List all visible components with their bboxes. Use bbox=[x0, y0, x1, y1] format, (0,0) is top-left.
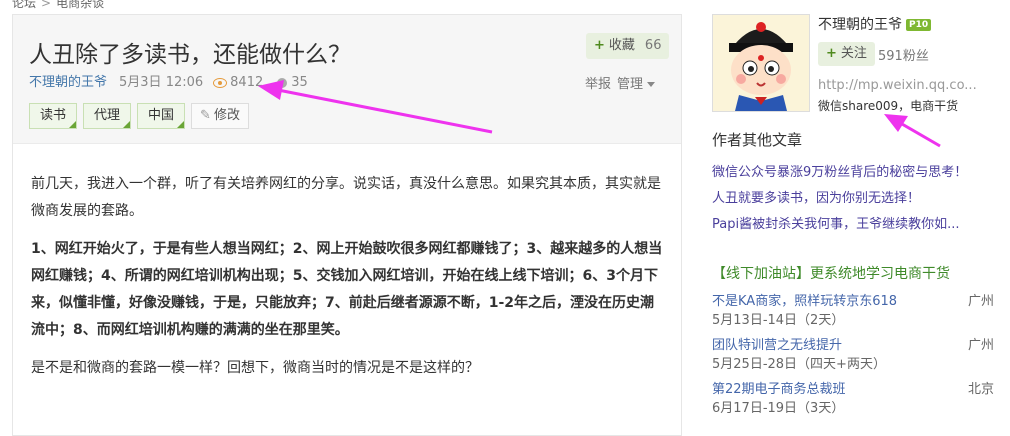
edit-label: 修改 bbox=[213, 108, 240, 123]
plus-icon: + bbox=[826, 46, 837, 61]
event-date: 5月13日-14日（2天） bbox=[712, 313, 845, 328]
event-date: 5月25日-28日（四天+两天） bbox=[712, 357, 886, 372]
event-title-link[interactable]: 不是KA商家，照样玩转京东618 bbox=[712, 290, 897, 309]
chevron-down-icon bbox=[647, 82, 656, 87]
profile-name: 不理朝的王爷 P10 bbox=[818, 14, 932, 34]
article-header: 人丑除了多读书，还能做什么？ + 收藏 66 不理朝的王爷 5月3日 12:06 841… bbox=[13, 15, 681, 144]
level-badge: P10 bbox=[906, 19, 932, 31]
follow-button[interactable]: + 关注 bbox=[818, 42, 875, 66]
plus-icon: + bbox=[594, 38, 605, 53]
comment-count: 35 bbox=[291, 75, 308, 90]
author-link[interactable]: 不理朝的王爷 bbox=[29, 75, 107, 90]
tag-item[interactable]: 中国 bbox=[137, 103, 186, 129]
fans-count: 591粉丝 bbox=[878, 49, 929, 64]
manage-label: 管理 bbox=[617, 77, 644, 92]
event-title-link[interactable]: 第22期电子商务总裁班 bbox=[712, 378, 846, 397]
article-ops: 举报 管理 bbox=[585, 73, 656, 92]
tag-item[interactable]: 读书 bbox=[29, 103, 78, 129]
other-article-link[interactable]: Papi酱被封杀关我何事，王爷继续教你如... bbox=[712, 212, 982, 238]
eye-icon bbox=[213, 77, 228, 88]
pencil-icon: ✎ bbox=[200, 108, 211, 123]
breadcrumb: 论坛 > 电商杂谈 bbox=[12, 0, 104, 11]
view-count: 8412 bbox=[230, 75, 264, 90]
event-city: 广州 bbox=[967, 338, 994, 353]
report-link[interactable]: 举报 bbox=[585, 77, 611, 92]
other-article-link[interactable]: 人丑就要多读书，因为你别无选择！ bbox=[712, 186, 982, 212]
comment-icon bbox=[277, 77, 288, 88]
article-paragraph: 1、网红开始火了，于是有些人想当网红；2、网上开始鼓吹很多网红都赚钱了；3、越来… bbox=[31, 241, 663, 338]
avatar[interactable] bbox=[712, 14, 810, 112]
profile-name-link[interactable]: 不理朝的王爷 bbox=[818, 17, 902, 33]
edit-tags-button[interactable]: ✎ 修改 bbox=[191, 103, 249, 129]
other-articles-heading: 作者其他文章 bbox=[712, 131, 803, 149]
article-paragraph: 是不是和微商的套路一模一样？回想下，微商当时的情况是不是这样的？ bbox=[31, 360, 479, 376]
event-item: 团队特训营之无线提升 广州 5月25日-28日（四天+两天） bbox=[712, 334, 994, 378]
breadcrumb-separator: > bbox=[41, 0, 52, 10]
other-articles-list: 微信公众号暴涨9万粉丝背后的秘密与思考！ 人丑就要多读书，因为你别无选择！ Pa… bbox=[712, 160, 982, 238]
tag-list: 读书 代理 中国 ✎ 修改 bbox=[29, 103, 249, 129]
article-body: 前几天，我进入一个群，听了有关培养网红的分享。说实话，真没什么意思。如果究其本质… bbox=[31, 171, 667, 393]
events-heading-link[interactable]: 【线下加油站】更系统地学习电商干货 bbox=[712, 263, 950, 283]
events-list: 不是KA商家，照样玩转京东618 广州 5月13日-14日（2天） 团队特训营之… bbox=[712, 290, 994, 422]
other-article-link[interactable]: 微信公众号暴涨9万粉丝背后的秘密与思考！ bbox=[712, 160, 982, 186]
post-date: 5月3日 12:06 bbox=[119, 75, 204, 90]
follow-label: 关注 bbox=[840, 46, 867, 61]
avatar-cartoon bbox=[713, 15, 809, 111]
breadcrumb-forum[interactable]: 论坛 bbox=[12, 0, 36, 10]
favorite-button[interactable]: + 收藏 66 bbox=[586, 33, 670, 59]
page-title: 人丑除了多读书，还能做什么？ bbox=[29, 42, 351, 68]
event-city: 北京 bbox=[967, 382, 994, 397]
event-item: 不是KA商家，照样玩转京东618 广州 5月13日-14日（2天） bbox=[712, 290, 994, 334]
event-city: 广州 bbox=[967, 294, 994, 309]
favorite-count: 66 bbox=[644, 38, 662, 53]
profile-url-link[interactable]: http://mp.weixin.qq.co... bbox=[818, 78, 977, 93]
manage-dropdown[interactable]: 管理 bbox=[617, 77, 656, 92]
breadcrumb-category[interactable]: 电商杂谈 bbox=[56, 0, 104, 10]
wechat-info: 微信share009，电商干货 bbox=[818, 99, 959, 113]
article-paragraph: 前几天，我进入一个群，听了有关培养网红的分享。说实话，真没什么意思。如果究其本质… bbox=[31, 176, 661, 219]
sidebar: 不理朝的王爷 P10 + 关注 591粉丝 http://mp.weixin.qq.… bbox=[704, 0, 1004, 421]
article-card: 人丑除了多读书，还能做什么？ + 收藏 66 不理朝的王爷 5月3日 12:06 841… bbox=[12, 14, 682, 436]
event-item: 第22期电子商务总裁班 北京 6月17日-19日（3天） bbox=[712, 378, 994, 422]
event-title-link[interactable]: 团队特训营之无线提升 bbox=[712, 334, 842, 353]
article-meta: 不理朝的王爷 5月3日 12:06 8412 35 bbox=[29, 71, 308, 90]
tag-item[interactable]: 代理 bbox=[83, 103, 132, 129]
event-date: 6月17日-19日（3天） bbox=[712, 401, 845, 416]
favorite-label: 收藏 bbox=[608, 38, 635, 53]
